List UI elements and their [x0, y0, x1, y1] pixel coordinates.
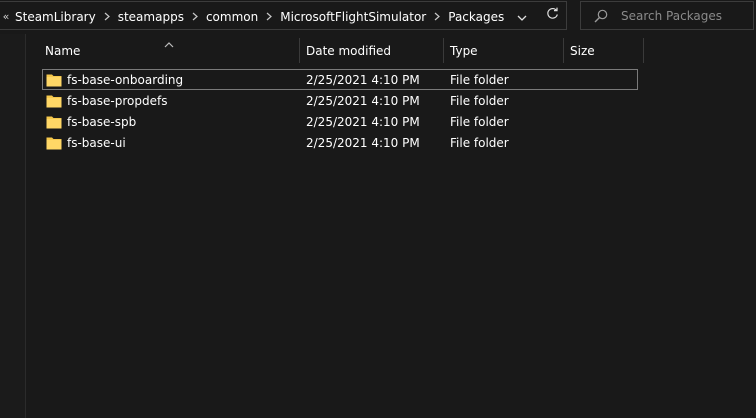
- folder-icon: [46, 136, 62, 150]
- file-name-cell: fs-base-spb: [42, 115, 303, 129]
- chevron-right-icon[interactable]: [187, 12, 203, 21]
- chevron-right-icon[interactable]: [261, 12, 277, 21]
- file-name-cell: fs-base-propdefs: [42, 94, 303, 108]
- breadcrumb-item-common[interactable]: common: [203, 10, 261, 24]
- file-date-modified: 2/25/2021 4:10 PM: [306, 135, 420, 150]
- chevron-down-icon: [517, 6, 527, 25]
- file-type: File folder: [450, 93, 509, 108]
- breadcrumb: « SteamLibrary steamapps common Microsof…: [0, 2, 507, 31]
- column-header-size[interactable]: Size: [564, 38, 644, 63]
- address-history-button[interactable]: [509, 2, 535, 29]
- file-type: File folder: [450, 114, 509, 129]
- table-row[interactable]: fs-base-spb 2/25/2021 4:10 PM File folde…: [42, 111, 638, 132]
- chevron-right-icon[interactable]: [99, 12, 115, 21]
- file-rows: fs-base-onboarding 2/25/2021 4:10 PM Fil…: [42, 69, 638, 153]
- search-icon: [593, 8, 609, 24]
- address-bar-row: « SteamLibrary steamapps common Microsof…: [0, 0, 756, 34]
- refresh-button[interactable]: [539, 2, 565, 29]
- chevron-right-icon[interactable]: [429, 12, 445, 21]
- file-name: fs-base-spb: [67, 114, 137, 129]
- file-name: fs-base-ui: [67, 135, 126, 150]
- address-bar[interactable]: « SteamLibrary steamapps common Microsof…: [0, 1, 567, 30]
- column-header-type[interactable]: Type: [444, 38, 564, 63]
- column-header-name[interactable]: Name: [39, 38, 300, 63]
- file-date-modified: 2/25/2021 4:10 PM: [306, 93, 420, 108]
- search-input[interactable]: [621, 8, 741, 23]
- file-type: File folder: [450, 72, 509, 87]
- file-name-cell: fs-base-ui: [42, 136, 303, 150]
- breadcrumb-overflow-icon[interactable]: «: [0, 10, 12, 23]
- refresh-icon: [546, 7, 559, 24]
- file-name: fs-base-onboarding: [67, 72, 184, 87]
- navigation-pane[interactable]: [0, 34, 26, 418]
- table-row[interactable]: fs-base-propdefs 2/25/2021 4:10 PM File …: [42, 90, 638, 111]
- column-header-date-modified[interactable]: Date modified: [300, 38, 444, 63]
- file-type: File folder: [450, 135, 509, 150]
- breadcrumb-item-steamlibrary[interactable]: SteamLibrary: [12, 10, 99, 24]
- file-list: Name Date modified Type Size fs-base-onb…: [26, 34, 756, 418]
- breadcrumb-item-packages[interactable]: Packages: [445, 10, 507, 24]
- column-header-row: Name Date modified Type Size: [39, 38, 644, 63]
- file-explorer-window: « SteamLibrary steamapps common Microsof…: [0, 0, 756, 418]
- search-box[interactable]: [580, 1, 754, 30]
- file-name: fs-base-propdefs: [67, 93, 168, 108]
- table-row[interactable]: fs-base-ui 2/25/2021 4:10 PM File folder: [42, 132, 638, 153]
- file-name-cell: fs-base-onboarding: [42, 73, 303, 87]
- folder-icon: [46, 73, 62, 87]
- breadcrumb-item-steamapps[interactable]: steamapps: [115, 10, 187, 24]
- folder-icon: [46, 94, 62, 108]
- folder-icon: [46, 115, 62, 129]
- table-row[interactable]: fs-base-onboarding 2/25/2021 4:10 PM Fil…: [42, 69, 638, 90]
- file-date-modified: 2/25/2021 4:10 PM: [306, 72, 420, 87]
- file-date-modified: 2/25/2021 4:10 PM: [306, 114, 420, 129]
- breadcrumb-item-microsoftflightsimulator[interactable]: MicrosoftFlightSimulator: [277, 10, 429, 24]
